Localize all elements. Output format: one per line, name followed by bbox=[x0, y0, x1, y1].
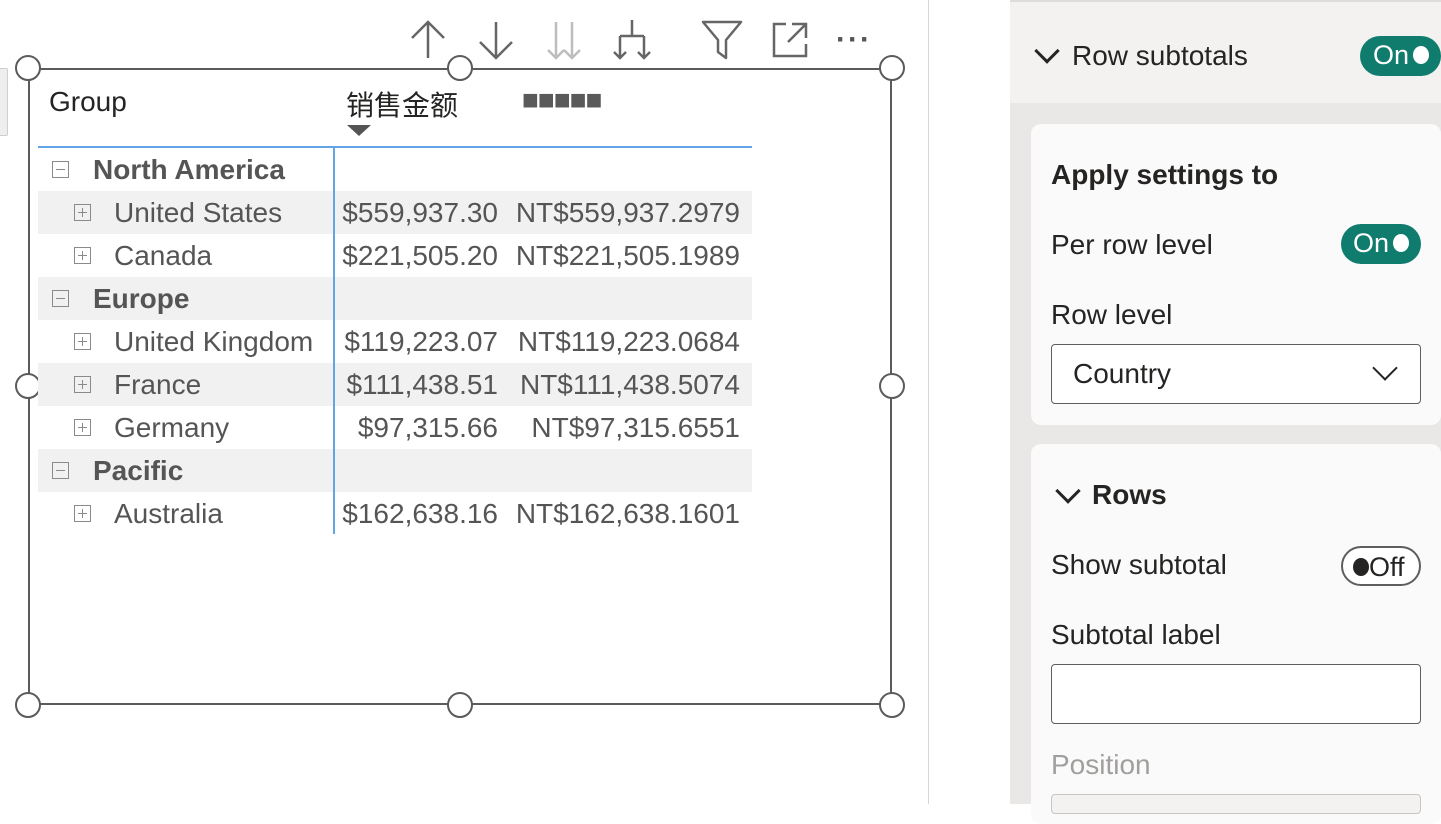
toggle-state-label: On bbox=[1373, 40, 1410, 70]
country-label: United States bbox=[114, 197, 283, 228]
resize-handle-top-right[interactable] bbox=[879, 55, 905, 81]
apply-settings-title: Apply settings to bbox=[1051, 159, 1279, 190]
sort-descending-icon[interactable] bbox=[474, 18, 518, 62]
table-row[interactable]: Germany $97,315.66 NT$97,315.6551 bbox=[38, 406, 752, 449]
subtotal-label-field[interactable] bbox=[1051, 664, 1421, 724]
group-label: North America bbox=[93, 154, 285, 185]
toggle-state-label: On bbox=[1353, 228, 1390, 258]
column-header-second-measure[interactable]: ■■■■■ bbox=[522, 84, 603, 116]
sales-amount-cell[interactable]: $119,223.07 bbox=[344, 320, 498, 363]
filter-icon[interactable] bbox=[700, 18, 744, 62]
sales-amount-cell[interactable]: $559,937.30 bbox=[342, 191, 498, 234]
expand-all-icon[interactable] bbox=[542, 18, 586, 62]
group-row[interactable]: North America bbox=[38, 148, 752, 191]
sort-ascending-icon[interactable] bbox=[406, 18, 450, 62]
subtotal-label-input[interactable] bbox=[1052, 665, 1420, 723]
drill-down-icon[interactable] bbox=[610, 18, 654, 62]
second-measure-cell[interactable]: NT$162,638.1601 bbox=[516, 492, 740, 535]
sales-amount-cell[interactable]: $221,505.20 bbox=[342, 234, 498, 277]
column-header-group[interactable]: Group bbox=[49, 86, 127, 118]
position-dropdown[interactable] bbox=[1051, 794, 1421, 814]
visual-header-toolbar: ··· bbox=[400, 18, 890, 62]
resize-handle-top[interactable] bbox=[447, 55, 473, 81]
country-label: Australia bbox=[114, 498, 223, 529]
resize-handle-right[interactable] bbox=[879, 373, 905, 399]
toggle-knob bbox=[1413, 46, 1429, 64]
table-row[interactable]: France $111,438.51 NT$111,438.5074 bbox=[38, 363, 752, 406]
visual-side-tab[interactable] bbox=[0, 68, 8, 136]
expand-icon[interactable] bbox=[74, 376, 91, 393]
show-subtotal-label: Show subtotal bbox=[1051, 549, 1227, 580]
canvas-pane-divider bbox=[928, 0, 929, 804]
chevron-down-icon[interactable] bbox=[1034, 38, 1060, 64]
row-subtotals-section-header[interactable]: Row subtotals On bbox=[1010, 0, 1441, 103]
sales-amount-cell[interactable]: $111,438.51 bbox=[346, 363, 498, 406]
per-row-level-toggle[interactable]: On bbox=[1341, 224, 1421, 264]
second-measure-cell[interactable]: NT$119,223.0684 bbox=[518, 320, 740, 363]
table-row[interactable]: United States $559,937.30 NT$559,937.2979 bbox=[38, 191, 752, 234]
country-label: United Kingdom bbox=[114, 326, 314, 357]
second-measure-cell[interactable]: NT$111,438.5074 bbox=[520, 363, 740, 406]
apply-settings-card: Apply settings to Per row level On Row l… bbox=[1031, 124, 1441, 425]
table-row[interactable]: Australia $162,638.16 NT$162,638.1601 bbox=[38, 492, 752, 535]
expand-icon[interactable] bbox=[74, 247, 91, 264]
row-subtotals-title: Row subtotals bbox=[1072, 40, 1248, 71]
second-measure-cell[interactable]: NT$97,315.6551 bbox=[531, 406, 740, 449]
row-header-separator bbox=[333, 146, 335, 534]
collapse-icon[interactable] bbox=[52, 462, 69, 479]
country-label: Canada bbox=[114, 240, 213, 271]
expand-icon[interactable] bbox=[74, 505, 91, 522]
toggle-state-label: Off bbox=[1369, 552, 1405, 582]
expand-icon[interactable] bbox=[74, 333, 91, 350]
collapse-icon[interactable] bbox=[52, 161, 69, 178]
toggle-knob bbox=[1393, 234, 1409, 252]
sales-amount-cell[interactable]: $97,315.66 bbox=[358, 406, 498, 449]
rows-section-title[interactable]: Rows bbox=[1092, 479, 1167, 511]
row-level-label: Row level bbox=[1051, 299, 1173, 330]
group-row[interactable]: Pacific bbox=[38, 449, 752, 492]
toggle-knob bbox=[1353, 558, 1369, 576]
second-measure-cell[interactable]: NT$221,505.1989 bbox=[516, 234, 740, 277]
country-label: France bbox=[114, 369, 202, 400]
subtotal-label-label: Subtotal label bbox=[1051, 619, 1221, 650]
format-pane: Row subtotals On Apply settings to Per r… bbox=[1010, 0, 1441, 824]
sales-amount-cell[interactable]: $162,638.16 bbox=[342, 492, 498, 535]
more-options-icon[interactable]: ··· bbox=[832, 18, 876, 62]
show-subtotal-toggle[interactable]: Off bbox=[1341, 546, 1421, 586]
per-row-level-label: Per row level bbox=[1051, 229, 1213, 260]
chevron-down-icon[interactable] bbox=[1055, 478, 1081, 504]
expand-icon[interactable] bbox=[74, 419, 91, 436]
resize-handle-bottom-left[interactable] bbox=[15, 692, 41, 718]
row-level-dropdown[interactable]: Country bbox=[1051, 344, 1421, 404]
position-label: Position bbox=[1051, 749, 1151, 780]
table-row[interactable]: Canada $221,505.20 NT$221,505.1989 bbox=[38, 234, 752, 277]
row-level-selected-value: Country bbox=[1073, 358, 1172, 389]
resize-handle-bottom-right[interactable] bbox=[879, 692, 905, 718]
expand-icon[interactable] bbox=[74, 204, 91, 221]
table-row[interactable]: United Kingdom $119,223.07 NT$119,223.0684 bbox=[38, 320, 752, 363]
group-row[interactable]: Europe bbox=[38, 277, 752, 320]
group-label: Pacific bbox=[93, 455, 184, 486]
rows-card: Rows Show subtotal Off Subtotal label Po… bbox=[1031, 444, 1441, 824]
focus-mode-icon[interactable] bbox=[768, 18, 812, 62]
column-header-sales-amount[interactable]: 销售金额 bbox=[346, 84, 458, 124]
resize-handle-top-left[interactable] bbox=[15, 55, 41, 81]
collapse-icon[interactable] bbox=[52, 290, 69, 307]
group-label: Europe bbox=[93, 283, 190, 314]
chevron-down-icon bbox=[1372, 355, 1398, 381]
matrix-body: North America United States $559,937.30 NT$… bbox=[38, 148, 752, 535]
row-subtotals-toggle[interactable]: On bbox=[1360, 36, 1441, 76]
resize-handle-bottom[interactable] bbox=[447, 692, 473, 718]
second-measure-cell[interactable]: NT$559,937.2979 bbox=[516, 191, 740, 234]
sort-descending-indicator-icon bbox=[347, 125, 371, 136]
country-label: Germany bbox=[114, 412, 230, 443]
